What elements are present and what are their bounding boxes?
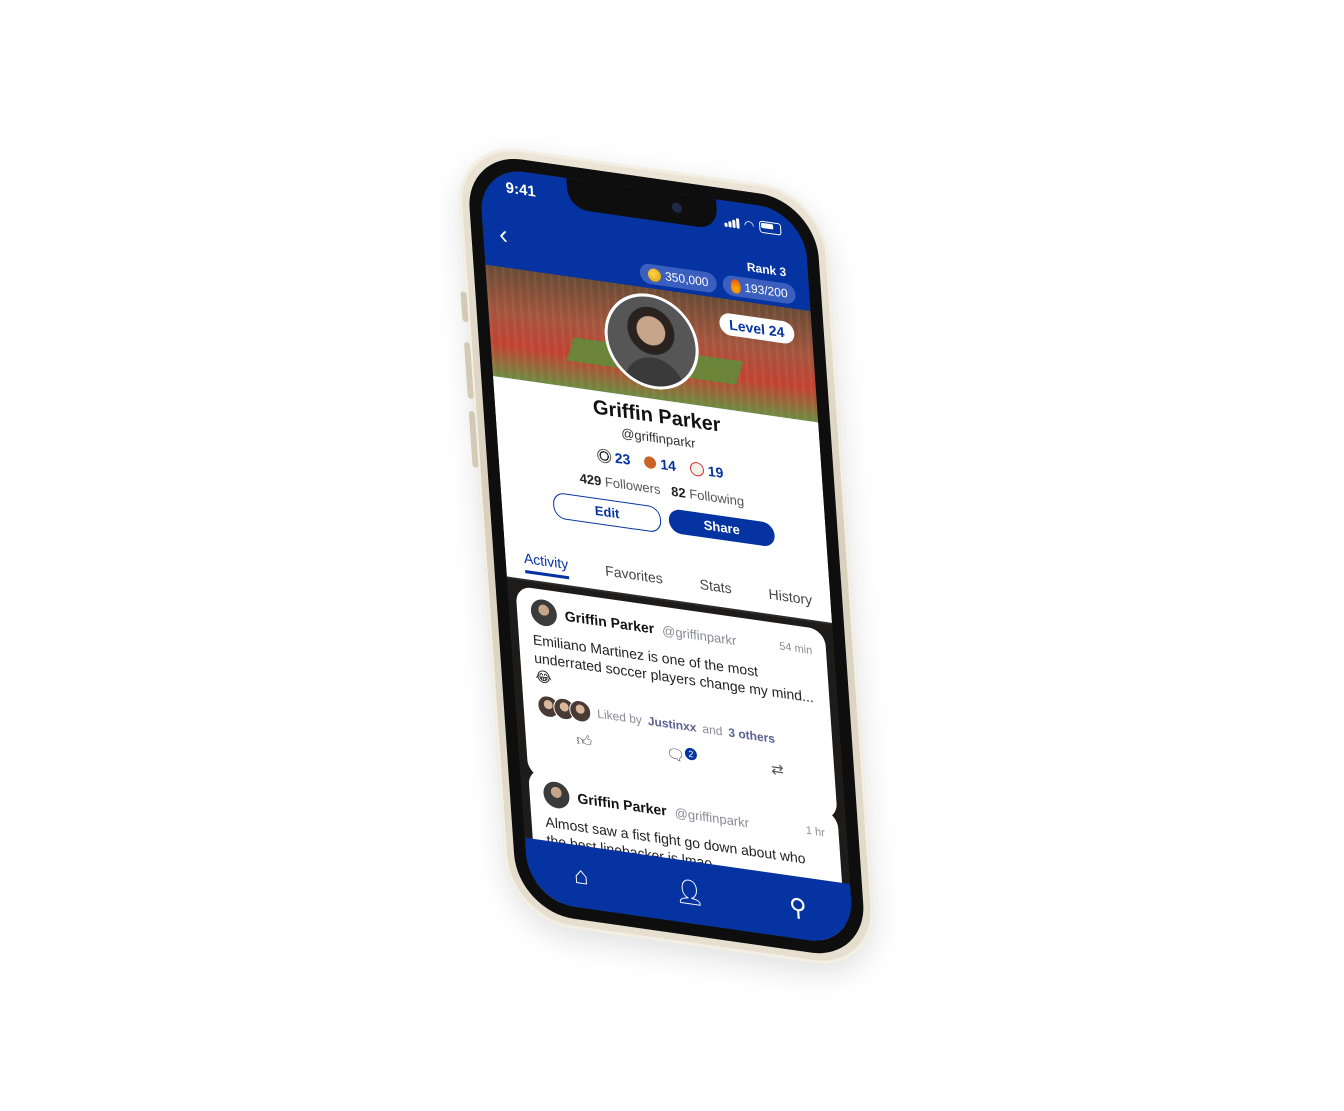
home-icon[interactable]: ⌂ [560,860,602,894]
post-author-name[interactable]: Griffin Parker [577,790,667,819]
rank-label: Rank 3 [746,259,787,280]
like-icon[interactable]: 👍︎ [576,731,593,751]
volume-down-button [468,410,479,469]
avatar[interactable] [530,597,558,628]
avatar[interactable] [542,780,571,811]
share-button[interactable]: Share [668,508,776,548]
coins-value: 350,000 [664,269,709,290]
wifi-icon: ◠ [743,217,755,233]
followers-count: 429 [579,470,602,489]
tab-favorites[interactable]: Favorites [605,562,664,590]
baseball-icon [689,461,705,478]
post-author-handle: @griffinparkr [674,804,750,831]
post-time: 54 min [778,640,813,658]
comment-icon: 🗨︎ [665,745,686,765]
status-time: 9:41 [505,179,537,201]
liked-prefix: Liked by [596,706,643,727]
followers-label: Followers [604,474,661,498]
comment-button[interactable]: 🗨︎ 2 [666,744,698,767]
search-icon[interactable]: ⚲ [777,890,819,925]
soccer-count: 23 [614,449,631,468]
phone-frame: 9:41 ◠ ‹ Rank 3 350,000 193/200 Level 24… [455,140,878,973]
signal-icon [723,216,740,229]
mute-switch [460,291,469,323]
baseball-stat: 19 [689,460,724,481]
battery-icon [758,220,782,236]
basketball-icon [643,455,657,470]
edit-button[interactable]: Edit [552,491,662,534]
repost-icon[interactable]: ⇄ [771,759,785,779]
liker-avatars [536,693,593,724]
post-time: 1 hr [805,824,826,840]
tab-history[interactable]: History [768,586,813,612]
flame-icon [729,278,741,295]
notch [566,177,718,230]
following[interactable]: 82 Following [671,484,745,510]
phone-mockup: 9:41 ◠ ‹ Rank 3 350,000 193/200 Level 24… [455,140,878,973]
following-label: Following [688,486,745,510]
following-count: 82 [670,483,687,501]
basketball-stat: 14 [643,454,677,475]
followers[interactable]: 429 Followers [579,470,661,497]
liked-others[interactable]: 3 others [728,725,776,746]
mockup-stage: 9:41 ◠ ‹ Rank 3 350,000 193/200 Level 24… [0,0,1344,1111]
profile-icon[interactable]: 👤︎ [669,875,711,910]
comment-count-badge: 2 [684,746,698,761]
post-author-handle: @griffinparkr [661,622,737,648]
tab-activity[interactable]: Activity [523,549,570,579]
coin-icon [647,267,662,283]
app-screen: 9:41 ◠ ‹ Rank 3 350,000 193/200 Level 24… [478,165,855,947]
soccer-ball-icon [596,447,612,465]
back-icon[interactable]: ‹ [498,218,509,250]
camera-icon [671,201,683,214]
liked-and: and [701,721,723,739]
soccer-stat: 23 [596,447,631,468]
baseball-count: 19 [707,462,724,482]
post-author-name[interactable]: Griffin Parker [564,608,654,637]
basketball-count: 14 [659,455,677,475]
status-icons: ◠ [723,214,782,236]
volume-up-button [463,341,474,400]
phone-bezel: 9:41 ◠ ‹ Rank 3 350,000 193/200 Level 24… [465,151,868,961]
liked-user[interactable]: Justinxx [647,713,697,734]
streak-value: 193/200 [743,280,789,301]
tab-stats[interactable]: Stats [699,576,732,601]
